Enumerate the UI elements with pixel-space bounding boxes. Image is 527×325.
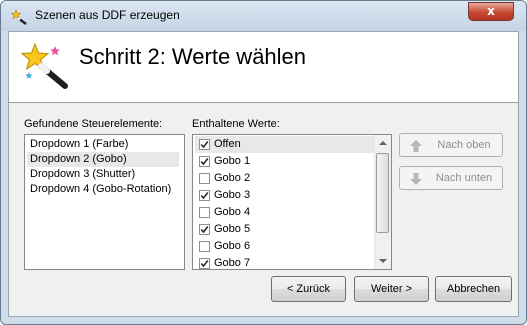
cancel-button[interactable]: Abbrechen [435,276,512,302]
list-item[interactable]: Dropdown 2 (Gobo) [27,152,179,167]
list-item[interactable]: Dropdown 1 (Farbe) [27,137,179,152]
arrow-up-icon [410,140,422,152]
scroll-down-icon[interactable] [375,253,391,269]
close-icon: x [487,4,495,18]
value-row[interactable]: Gobo 2 [195,170,375,187]
value-checkbox[interactable] [199,241,210,252]
move-up-button[interactable]: Nach oben [399,133,503,157]
value-row[interactable]: Offen [195,136,375,153]
next-label: Weiter > [370,283,413,295]
arrow-down-icon [410,173,422,185]
next-button[interactable]: Weiter > [354,276,429,302]
value-checkbox[interactable] [199,258,210,269]
values-checklist[interactable]: Offen Gobo 1 Gobo 2 Gobo 3 Gobo 4 Gobo 5 [192,134,392,270]
value-label: Gobo 1 [214,155,251,167]
window-title: Szenen aus DDF erzeugen [35,8,180,22]
close-button[interactable]: x [468,2,514,21]
value-label: Gobo 5 [214,223,251,235]
back-label: < Zurück [286,283,331,295]
value-label: Gobo 4 [214,206,251,218]
value-checkbox[interactable] [199,190,210,201]
title-bar[interactable]: Szenen aus DDF erzeugen x [1,1,526,31]
dialog-client-area: Schritt 2: Werte wählen Gefundene Steuer… [8,31,519,317]
value-row[interactable]: Gobo 6 [195,238,375,255]
value-checkbox[interactable] [199,224,210,235]
move-down-button[interactable]: Nach unten [399,166,503,190]
value-row[interactable]: Gobo 3 [195,187,375,204]
value-label: Gobo 6 [214,240,251,252]
value-label: Offen [214,138,241,150]
value-label: Gobo 7 [214,257,251,269]
values-label: Enthaltene Werte: [192,118,280,130]
value-row[interactable]: Gobo 7 [195,255,375,269]
magic-wand-icon [21,42,68,89]
dialog-window: Szenen aus DDF erzeugen x Schritt 2: Wer… [0,0,527,325]
value-label: Gobo 3 [214,189,251,201]
value-checkbox[interactable] [199,156,210,167]
value-checkbox[interactable] [199,173,210,184]
back-button[interactable]: < Zurück [271,276,346,302]
value-label: Gobo 2 [214,172,251,184]
value-checkbox[interactable] [199,207,210,218]
scrollbar-thumb[interactable] [376,153,389,233]
value-checkbox[interactable] [199,139,210,150]
values-scrollbar[interactable] [374,135,391,269]
list-item[interactable]: Dropdown 4 (Gobo-Rotation) [27,182,179,197]
value-row[interactable]: Gobo 4 [195,204,375,221]
cancel-label: Abbrechen [446,283,501,295]
controls-label: Gefundene Steuerelemente: [24,118,163,130]
controls-listbox[interactable]: Dropdown 1 (Farbe) Dropdown 2 (Gobo) Dro… [24,134,185,270]
list-item[interactable]: Dropdown 3 (Shutter) [27,167,179,182]
page-title: Schritt 2: Werte wählen [79,44,307,69]
move-down-label: Nach unten [435,172,493,184]
value-row[interactable]: Gobo 1 [195,153,375,170]
move-up-label: Nach oben [437,139,491,151]
value-row[interactable]: Gobo 5 [195,221,375,238]
scroll-up-icon[interactable] [375,135,391,151]
wand-icon [11,9,27,25]
wizard-header: Schritt 2: Werte wählen [9,32,518,103]
